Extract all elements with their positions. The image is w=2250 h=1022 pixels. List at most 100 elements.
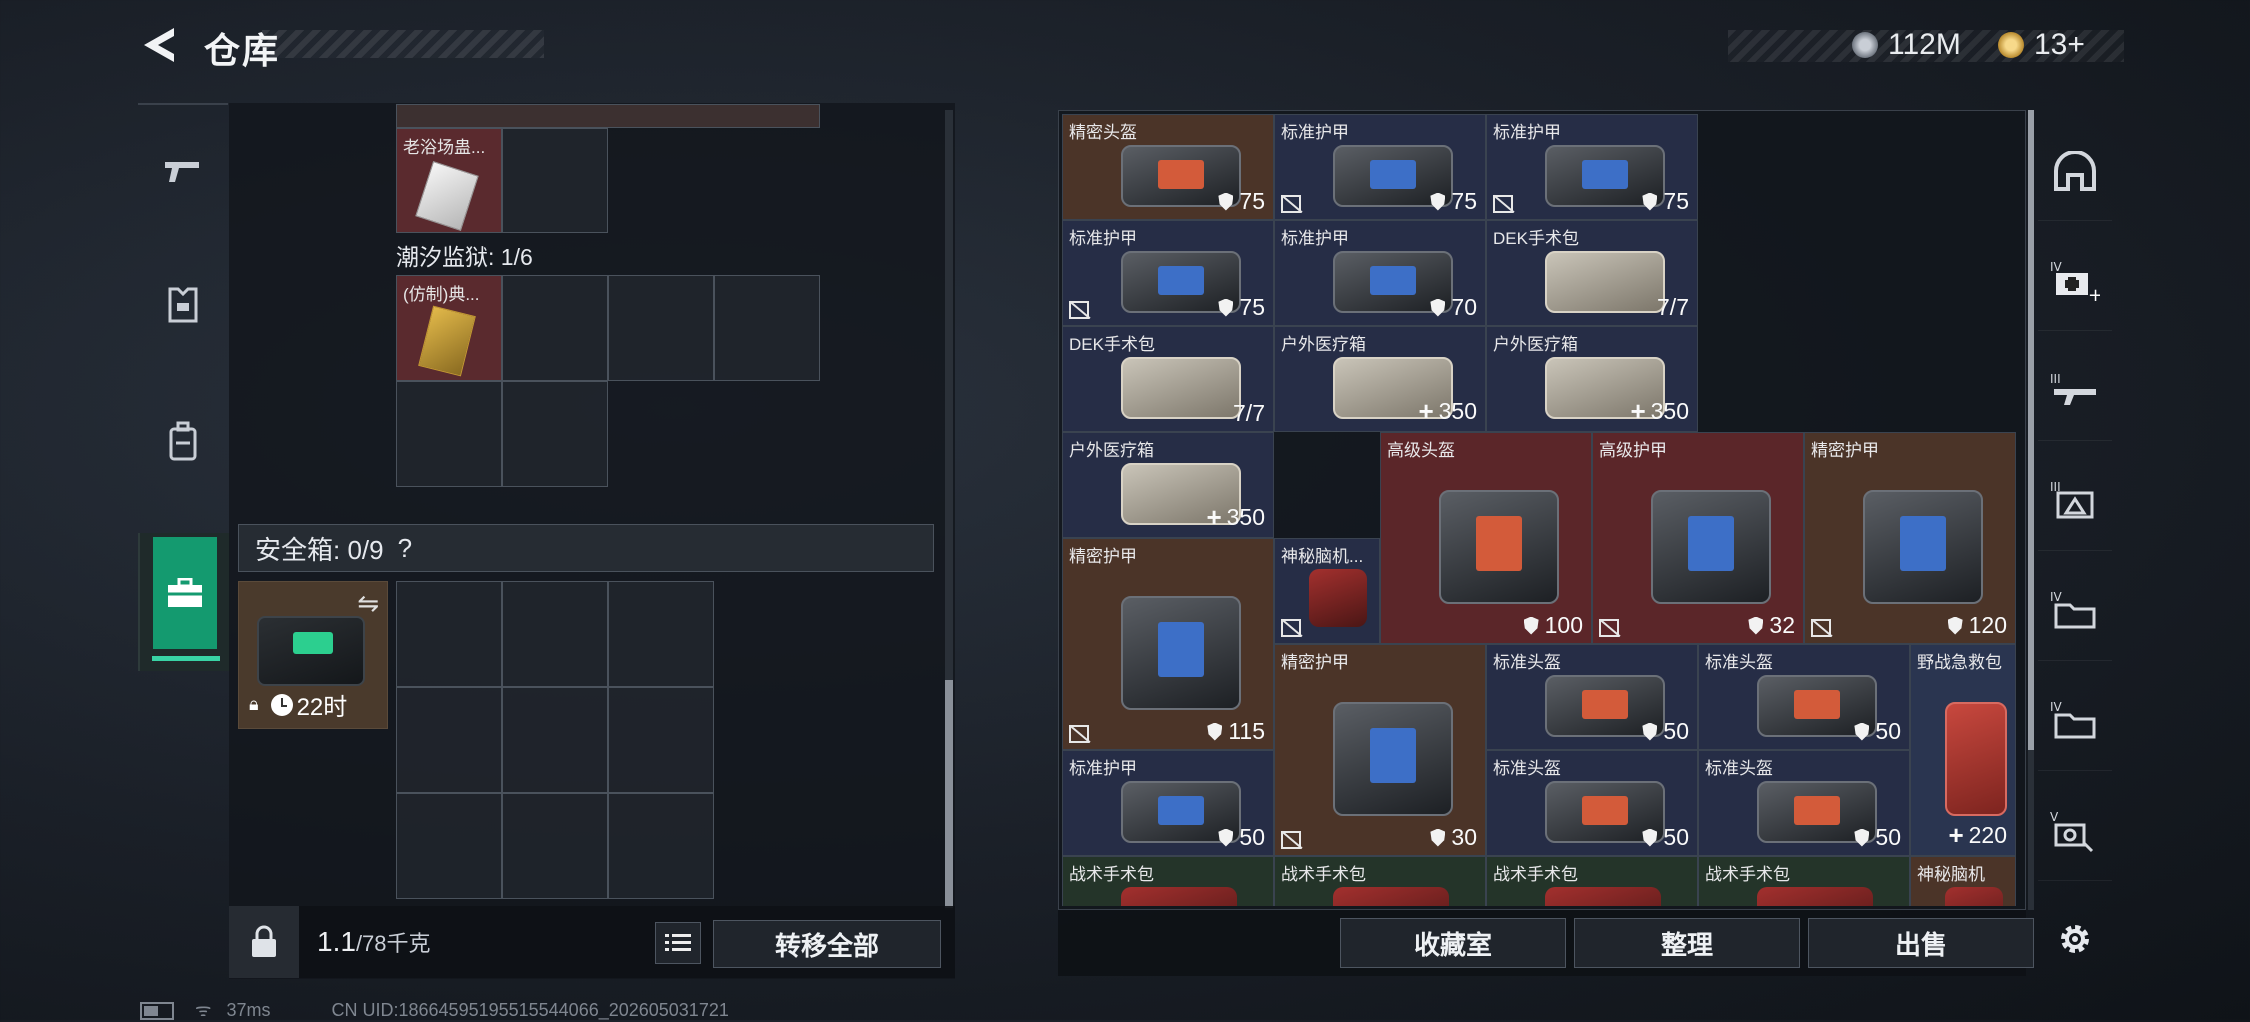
item-name: 神秘脑机	[1917, 865, 1985, 884]
currency-coins[interactable]: 112M	[1852, 28, 1961, 62]
settings-button[interactable]	[2038, 890, 2112, 988]
filter-helmet[interactable]	[2038, 122, 2112, 221]
durability-shield-icon	[1218, 828, 1234, 847]
gear-icon	[2061, 925, 2089, 953]
safebox-slot[interactable]	[608, 581, 714, 687]
item-value-text: 50	[1875, 718, 1901, 744]
item-value: 75	[1430, 188, 1477, 215]
item-value-text: 50	[1663, 824, 1689, 850]
svg-text:III: III	[2050, 372, 2061, 386]
inventory-item[interactable]: 户外医疗箱 +350	[1062, 432, 1274, 538]
inventory-item[interactable]: 战术手术包	[1698, 856, 1910, 906]
inventory-item[interactable]: 战术手术包	[1062, 856, 1274, 906]
empty-slot[interactable]	[502, 128, 608, 233]
inventory-item[interactable]: 户外医疗箱 +350	[1486, 326, 1698, 432]
lock-button[interactable]	[229, 906, 299, 978]
safebox-slot[interactable]	[608, 793, 714, 899]
inventory-item[interactable]: 战术手术包	[1486, 856, 1698, 906]
item-value-text: 220	[1968, 822, 2007, 848]
filter-weapon-3[interactable]: III	[2038, 342, 2112, 441]
not-insured-icon	[1069, 725, 1089, 743]
empty-slot[interactable]	[502, 381, 608, 487]
inventory-item[interactable]: 标准头盔 50	[1698, 644, 1910, 750]
inventory-item[interactable]: 标准头盔 50	[1698, 750, 1910, 856]
inventory-item[interactable]: 精密护甲 30	[1274, 644, 1486, 856]
armor-vest-icon	[168, 287, 198, 323]
filter-folder-4[interactable]: IV	[2038, 562, 2112, 661]
transfer-all-button[interactable]: 转移全部	[713, 920, 941, 968]
swap-icon[interactable]: ⇋	[357, 588, 379, 619]
filter-tactical[interactable]: III	[2038, 452, 2112, 551]
safebox-container[interactable]: ⇋ 🔒︎ 22时	[238, 581, 388, 729]
inventory-item[interactable]: 战术手术包	[1274, 856, 1486, 906]
nav-armor[interactable]	[138, 239, 228, 371]
stash-item-bathhouse[interactable]: 老浴场蛊...	[396, 128, 502, 233]
medical-item-icon	[1308, 568, 1368, 628]
medical-item-icon	[1120, 356, 1242, 420]
filter-device-5[interactable]: V	[2038, 782, 2112, 881]
nav-backpack[interactable]	[138, 375, 228, 507]
inventory-item[interactable]: 标准护甲 75	[1062, 220, 1274, 326]
safebox-slot[interactable]	[396, 581, 502, 687]
weight-value: 1.1	[317, 926, 356, 957]
safebox-slot[interactable]	[502, 687, 608, 793]
collection-room-button[interactable]: 收藏室	[1340, 918, 1566, 968]
empty-slot[interactable]	[502, 275, 608, 381]
inventory-item[interactable]: 神秘脑机	[1910, 856, 2016, 906]
sell-button[interactable]: 出售	[1808, 918, 2034, 968]
list-view-button[interactable]	[655, 922, 701, 964]
empty-slot[interactable]	[608, 275, 714, 381]
inventory-item[interactable]: 标准护甲 75	[1486, 114, 1698, 220]
inventory-item[interactable]: 精密护甲 120	[1804, 432, 2016, 644]
inventory-item[interactable]: 精密头盔 75	[1062, 114, 1274, 220]
inventory-item[interactable]: DEK手术包 7/7	[1486, 220, 1698, 326]
inventory-scrollbar[interactable]	[2028, 110, 2034, 910]
safebox-slot[interactable]	[396, 793, 502, 899]
filter-folder-4b[interactable]: IV	[2038, 672, 2112, 771]
safebox-slot[interactable]	[502, 793, 608, 899]
stash-item-replica[interactable]: (仿制)典...	[396, 275, 502, 381]
item-value-text: 120	[1968, 612, 2007, 638]
durability-shield-icon	[1854, 828, 1870, 847]
inventory-item[interactable]: 高级护甲 32	[1592, 432, 1804, 644]
not-insured-icon	[1281, 619, 1301, 637]
durability-shield-icon	[1854, 722, 1870, 741]
right-filter-nav: IV + III III IV IV V	[2038, 110, 2112, 960]
inventory-item[interactable]: 标准头盔 50	[1486, 750, 1698, 856]
item-name: 标准头盔	[1705, 653, 1773, 672]
heal-plus-icon: +	[1206, 502, 1222, 532]
inventory-item[interactable]: 户外医疗箱 +350	[1274, 326, 1486, 432]
inventory-item[interactable]: 神秘脑机...	[1274, 538, 1380, 644]
nav-safebox[interactable]	[138, 533, 230, 671]
empty-slot[interactable]	[396, 381, 502, 487]
empty-slot[interactable]	[714, 275, 820, 381]
nav-weapons[interactable]	[138, 103, 228, 237]
svg-text:V: V	[2050, 810, 2059, 824]
back-arrow-icon[interactable]	[138, 24, 180, 66]
item-value-text: 32	[1769, 612, 1795, 638]
coin-icon	[1852, 32, 1878, 58]
safebox-slot[interactable]	[396, 687, 502, 793]
weight-readout: 1.1/78千克	[317, 926, 431, 958]
safebox-slot[interactable]	[608, 687, 714, 793]
inventory-item[interactable]: 标准护甲 75	[1274, 114, 1486, 220]
item-value: 50	[1642, 718, 1689, 745]
filter-medical[interactable]: IV +	[2038, 232, 2112, 331]
inventory-grid: 精密头盔 75 标准护甲 75 标准护甲 75 标准护甲 75 标准护甲 70 DEK手术包 7/7 D…	[1062, 114, 2022, 906]
inventory-item[interactable]: DEK手术包 7/7	[1062, 326, 1274, 432]
item-name: 标准头盔	[1705, 759, 1773, 778]
partial-item-row[interactable]	[396, 104, 820, 128]
inventory-item[interactable]: 标准头盔 50	[1486, 644, 1698, 750]
help-icon[interactable]: ?	[398, 533, 412, 564]
stash-scrollbar[interactable]	[945, 110, 953, 910]
item-value: 50	[1854, 824, 1901, 851]
sort-button[interactable]: 整理	[1574, 918, 1800, 968]
inventory-item[interactable]: 野战急救包 +220	[1910, 644, 2016, 856]
currency-tickets[interactable]: 13+	[1998, 28, 2085, 62]
inventory-item[interactable]: 高级头盔 100	[1380, 432, 1592, 644]
item-value: 75	[1642, 188, 1689, 215]
safebox-slot[interactable]	[502, 581, 608, 687]
inventory-item[interactable]: 精密护甲 115	[1062, 538, 1274, 750]
inventory-item[interactable]: 标准护甲 50	[1062, 750, 1274, 856]
inventory-item[interactable]: 标准护甲 70	[1274, 220, 1486, 326]
